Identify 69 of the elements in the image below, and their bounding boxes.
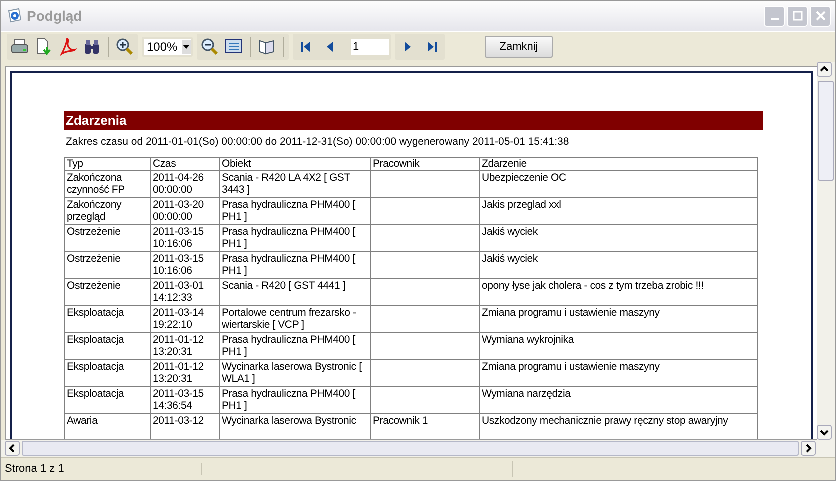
scroll-thumb[interactable] <box>818 81 834 181</box>
table-cell: Prasa hydrauliczna PHM400 [ PH1 ] <box>220 332 370 360</box>
table-cell: Zakończony przegląd <box>64 198 150 224</box>
page-icon <box>225 38 243 56</box>
zoom-out-icon <box>201 38 219 56</box>
printer-icon <box>11 38 29 56</box>
horizontal-scrollbar[interactable] <box>1 440 835 457</box>
table-cell: 2011-03-14 19:22:10 <box>150 306 220 332</box>
caret-icon <box>182 40 191 54</box>
table-cell: Ostrzeżenie <box>64 278 150 306</box>
table-cell: Ostrzeżenie <box>64 224 150 252</box>
table-cell: Wymiana narzędzia <box>480 386 758 414</box>
table-cell: Eksploatacja <box>64 306 150 332</box>
book-icon <box>258 38 276 56</box>
table-cell: Scania - R420 [ GST 4441 ] <box>220 278 370 306</box>
first-icon <box>299 40 313 54</box>
table-cell: Jakis przeglad xxl <box>480 198 758 224</box>
pdf-icon <box>59 38 77 56</box>
maximize-icon <box>792 11 802 21</box>
table-cell: opony łyse jak cholera - cos z tym trzeba zrobic !!! <box>480 278 758 306</box>
binoculars-icon <box>83 38 101 56</box>
window-title: Podgląd <box>27 8 84 24</box>
table-cell: Zmiana programu i ustawienie maszyny <box>480 306 758 332</box>
page-status: Strona 1 z 1 <box>1 463 202 475</box>
table-cell: 2011-01-12 13:20:31 <box>150 360 220 386</box>
minimize-icon <box>770 18 778 20</box>
table-cell: 2011-01-12 13:20:31 <box>150 332 220 360</box>
table-cell: 2011-03-20 00:00:00 <box>150 198 220 224</box>
table-cell: Eksploatacja <box>64 332 150 360</box>
vertical-scrollbar[interactable] <box>817 62 835 440</box>
column-header: Pracownik <box>370 158 480 170</box>
table-cell: 2011-03-15 10:16:06 <box>150 252 220 278</box>
document-arrow-icon <box>35 38 53 56</box>
report-subtitle: Zakres czasu od 2011-01-01(So) 00:00:00 do 2011-12-31(So) 00:00:00 wygenerowany 2011-05-01 15:41:38 <box>66 136 570 148</box>
column-header: Typ <box>64 158 150 170</box>
last-icon <box>425 40 439 54</box>
table-cell: 2011-03-15 14:36:54 <box>150 386 220 414</box>
table-cell: Wycinarka laserowa Bystronic [ WLA1 ] <box>220 360 370 386</box>
zoom-in-button[interactable] <box>114 36 136 58</box>
table-cell: Portalowe centrum frezarsko - wiertarskie [ VCP ] <box>220 306 370 332</box>
table-cell: Eksploatacja <box>64 360 150 386</box>
table-cell: Jakiś wyciek <box>480 252 758 278</box>
table-cell: Jakiś wyciek <box>480 224 758 252</box>
pdf-button[interactable] <box>57 36 79 58</box>
table-cell: Ubezpieczenie OC <box>480 170 758 198</box>
table-cell: 2011-03-01 14:12:33 <box>150 278 220 306</box>
column-header: Zdarzenie <box>480 158 758 170</box>
report-title: Zdarzenia <box>64 111 763 130</box>
table-cell: Eksploatacja <box>64 386 150 414</box>
table-cell: Prasa hydrauliczna PHM400 [ PH1 ] <box>220 252 370 278</box>
table-cell: Prasa hydrauliczna PHM400 [ PH1 ] <box>220 198 370 224</box>
zoom-in-icon <box>116 38 134 56</box>
table-cell: Ostrzeżenie <box>64 252 150 278</box>
table-cell: Zmiana programu i ustawienie maszyny <box>480 360 758 386</box>
zoom-out-button[interactable] <box>199 36 221 58</box>
table-cell: Prasa hydrauliczna PHM400 [ PH1 ] <box>220 224 370 252</box>
close-icon <box>816 11 826 21</box>
table-cell: 2011-04-26 00:00:00 <box>150 170 220 198</box>
zoom-dropdown[interactable]: 100% <box>144 39 191 55</box>
table-cell: Prasa hydrauliczna PHM400 [ PH1 ] <box>220 386 370 414</box>
table-cell: Zakończona czynność FP <box>64 170 150 198</box>
table-cell: Scania - R420 LA 4X2 [ GST 3443 ] <box>220 170 370 198</box>
page-number-field[interactable]: 1 <box>351 39 389 55</box>
column-header: Czas <box>150 158 220 170</box>
close-preview-button[interactable]: Zamknij <box>485 36 553 58</box>
column-header: Obiekt <box>220 158 370 170</box>
table-cell: Wymiana wykrojnika <box>480 332 758 360</box>
scroll-thumb[interactable] <box>22 441 799 456</box>
table-cell: 2011-03-15 10:16:06 <box>150 224 220 252</box>
